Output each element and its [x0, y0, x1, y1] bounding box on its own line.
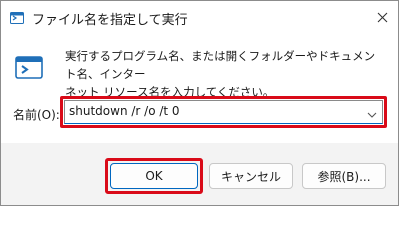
run-dialog-icon — [15, 56, 43, 80]
description-text: 実行するプログラム名、または開くフォルダーやドキュメント名、インター ネット リ… — [65, 47, 385, 101]
run-icon — [10, 10, 24, 24]
button-bar: OK キャンセル 参照(B)... — [1, 143, 398, 205]
close-icon — [377, 12, 387, 22]
title-bar: ファイル名を指定して実行 — [1, 1, 398, 34]
command-combobox[interactable]: shutdown /r /o /t 0 — [64, 100, 383, 124]
dialog-body: 実行するプログラム名、または開くフォルダーやドキュメント名、インター ネット リ… — [1, 34, 398, 143]
ok-button[interactable]: OK — [110, 163, 198, 189]
chevron-down-icon[interactable] — [366, 106, 378, 118]
browse-button[interactable]: 参照(B)... — [302, 163, 386, 189]
cancel-button[interactable]: キャンセル — [209, 163, 293, 189]
description-line: 実行するプログラム名、または開くフォルダーやドキュメント名、インター — [65, 49, 376, 81]
close-button[interactable] — [368, 3, 396, 31]
name-label: 名前(O): — [13, 108, 60, 122]
window-title: ファイル名を指定して実行 — [32, 13, 188, 28]
command-input[interactable]: shutdown /r /o /t 0 — [69, 104, 180, 118]
run-dialog: ファイル名を指定して実行 実行するプログラム名、または開くフォルダーやドキュメン… — [0, 0, 399, 206]
